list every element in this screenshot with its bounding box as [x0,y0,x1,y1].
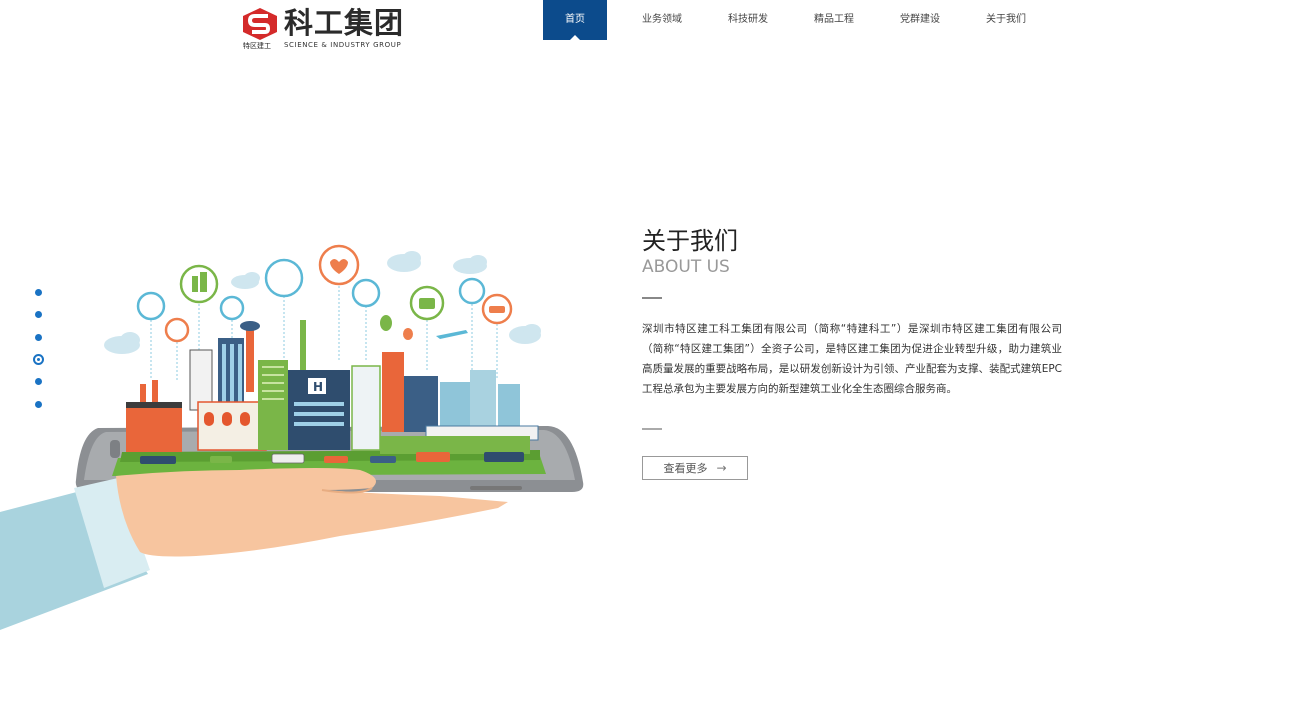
nav-item-about[interactable]: 关于我们 [974,0,1038,40]
logo-subtitle-cn: 特区建工 [243,42,271,50]
nav-item-projects[interactable]: 精品工程 [802,0,866,40]
about-section: 关于我们 ABOUT US 深圳市特区建工科工集团有限公司（简称“特建科工”）是… [642,226,1062,430]
about-title: 关于我们 [642,227,738,255]
arrow-right-icon: → [716,461,727,475]
nav-item-research[interactable]: 科技研发 [716,0,780,40]
view-more-button[interactable]: 查看更多 → [642,456,748,480]
about-subtitle: ABOUT US [642,257,730,277]
text-divider [642,428,662,430]
svg-text:H: H [313,380,323,394]
logo-name: 科工集团 [284,6,405,40]
view-more-label: 查看更多 [663,462,708,475]
nav-item-business[interactable]: 业务领域 [630,0,694,40]
logo-subtitle-en: SCIENCE & INDUSTRY GROUP [284,41,402,49]
company-logo[interactable]: 科工集团 特区建工 SCIENCE & INDUSTRY GROUP [243,6,423,50]
logo-mark-icon [243,8,277,40]
smart-city-illustration: H [0,244,584,630]
about-description: 深圳市特区建工科工集团有限公司（简称“特建科工”）是深圳市特区建工集团有限公司（… [642,323,1062,395]
title-divider [642,297,662,299]
nav-item-home[interactable]: 首页 [543,0,607,40]
nav-item-party[interactable]: 党群建设 [888,0,952,40]
main-nav: 首页 业务领域 科技研发 精品工程 党群建设 关于我们 [543,0,1038,40]
